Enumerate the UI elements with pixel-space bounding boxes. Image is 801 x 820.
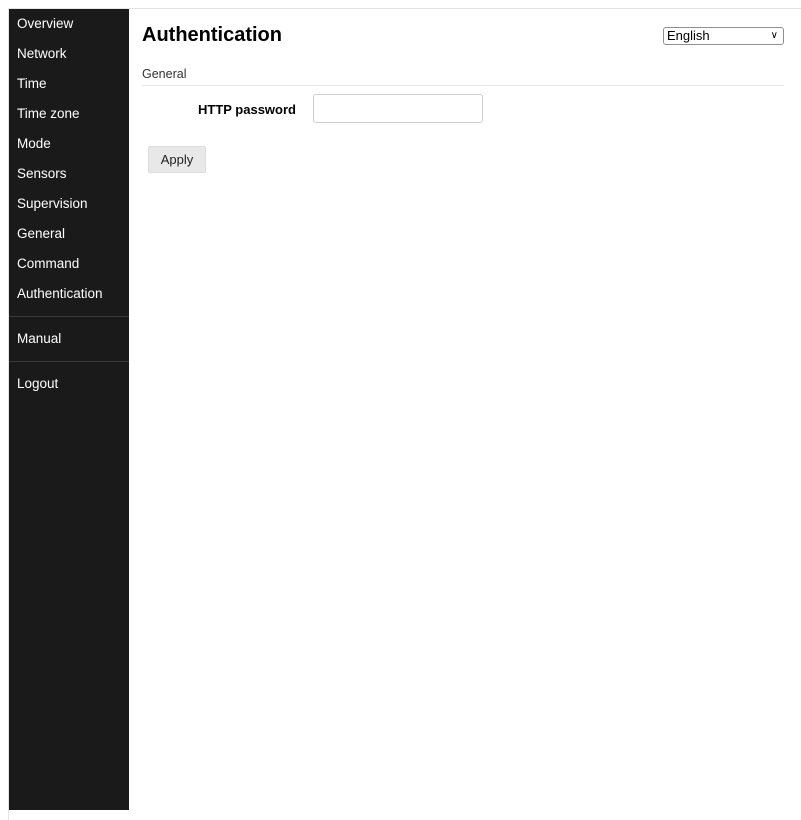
sidebar-nav-group: Overview Network Time Time zone Mode Sen… xyxy=(9,9,129,309)
sidebar: Overview Network Time Time zone Mode Sen… xyxy=(9,9,129,810)
sidebar-item-authentication[interactable]: Authentication xyxy=(9,279,129,309)
section-divider xyxy=(142,85,784,86)
sidebar-item-overview[interactable]: Overview xyxy=(9,9,129,39)
sidebar-item-time-zone[interactable]: Time zone xyxy=(9,99,129,129)
sidebar-item-logout[interactable]: Logout xyxy=(9,369,129,399)
sidebar-item-command[interactable]: Command xyxy=(9,249,129,279)
language-select[interactable]: English ∨ xyxy=(663,27,784,45)
page-title: Authentication xyxy=(142,24,282,46)
http-password-label: HTTP password xyxy=(197,102,296,117)
sidebar-item-mode[interactable]: Mode xyxy=(9,129,129,159)
sidebar-item-manual[interactable]: Manual xyxy=(9,324,129,354)
sidebar-item-sensors[interactable]: Sensors xyxy=(9,159,129,189)
sidebar-divider xyxy=(9,361,129,362)
language-select-value: English xyxy=(667,28,710,43)
sidebar-item-network[interactable]: Network xyxy=(9,39,129,69)
sidebar-divider xyxy=(9,316,129,317)
section-heading: General xyxy=(142,67,187,81)
sidebar-item-time[interactable]: Time xyxy=(9,69,129,99)
chevron-down-icon: ∨ xyxy=(770,30,778,41)
sidebar-item-supervision[interactable]: Supervision xyxy=(9,189,129,219)
http-password-input[interactable] xyxy=(313,94,483,123)
apply-button[interactable]: Apply xyxy=(148,146,206,173)
sidebar-item-general[interactable]: General xyxy=(9,219,129,249)
